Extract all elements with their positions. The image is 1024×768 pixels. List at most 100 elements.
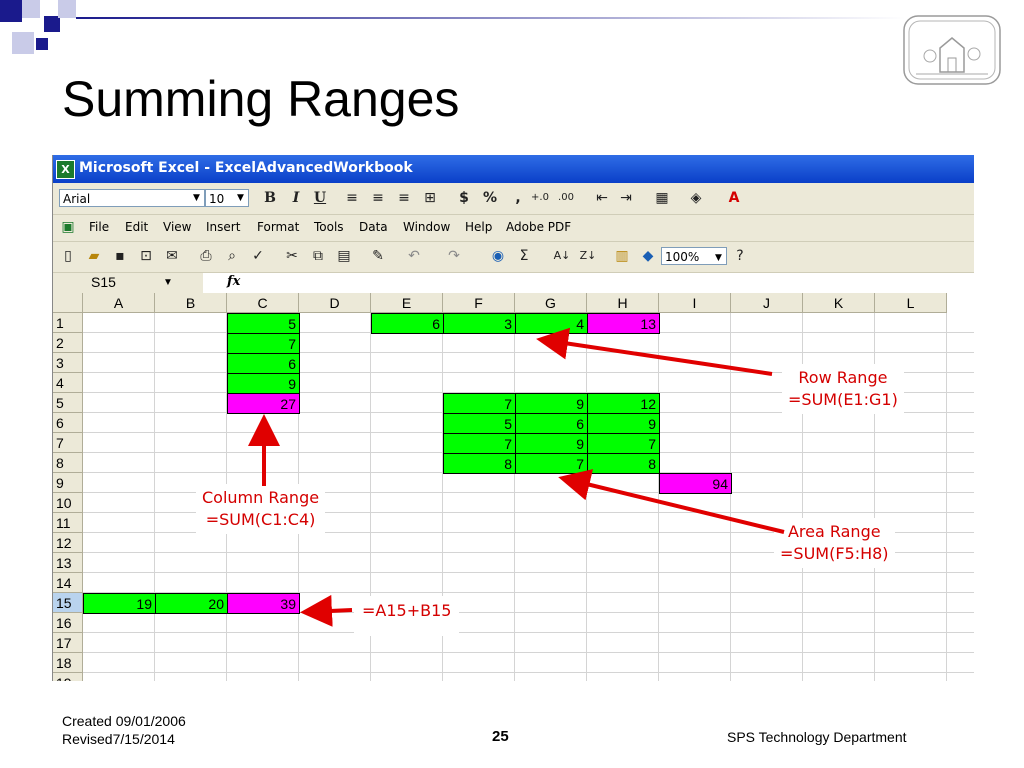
- cell-g7[interactable]: 9: [515, 433, 588, 454]
- cell-h8[interactable]: 8: [587, 453, 660, 474]
- comma-button[interactable]: ,: [509, 188, 527, 208]
- column-header-d[interactable]: D: [299, 293, 371, 313]
- autosum-button[interactable]: Σ: [515, 246, 533, 266]
- column-header-h[interactable]: H: [587, 293, 659, 313]
- row-header-12[interactable]: 12: [53, 533, 83, 553]
- column-header-a[interactable]: A: [83, 293, 155, 313]
- menu-tools[interactable]: Tools: [314, 220, 344, 234]
- menu-view[interactable]: View: [163, 220, 191, 234]
- row-header-19[interactable]: 19: [53, 673, 83, 681]
- menu-edit[interactable]: Edit: [125, 220, 148, 234]
- underline-button[interactable]: U: [311, 188, 329, 208]
- spelling-icon[interactable]: ✓: [249, 246, 267, 266]
- column-header-e[interactable]: E: [371, 293, 443, 313]
- cell-f5[interactable]: 7: [443, 393, 516, 414]
- cell-i9[interactable]: 94: [659, 473, 732, 494]
- zoom-dropdown-icon[interactable]: ▼: [715, 253, 722, 263]
- cell-g5[interactable]: 9: [515, 393, 588, 414]
- cell-a15[interactable]: 19: [83, 593, 156, 614]
- row-header-14[interactable]: 14: [53, 573, 83, 593]
- menu-format[interactable]: Format: [257, 220, 299, 234]
- row-header-6[interactable]: 6: [53, 413, 83, 433]
- cell-h1[interactable]: 13: [587, 313, 660, 334]
- column-header-c[interactable]: C: [227, 293, 299, 313]
- column-header-j[interactable]: J: [731, 293, 803, 313]
- font-dropdown-icon[interactable]: ▼: [193, 193, 200, 203]
- redo-icon[interactable]: ↷: [445, 246, 463, 266]
- row-header-15[interactable]: 15: [53, 593, 83, 613]
- font-name-select[interactable]: Arial: [59, 189, 205, 207]
- row-header-7[interactable]: 7: [53, 433, 83, 453]
- row-header-16[interactable]: 16: [53, 613, 83, 633]
- increase-decimal-icon[interactable]: +.0: [531, 188, 549, 208]
- cut-icon[interactable]: ✂: [283, 246, 301, 266]
- row-header-11[interactable]: 11: [53, 513, 83, 533]
- menu-help[interactable]: Help: [465, 220, 492, 234]
- row-header-17[interactable]: 17: [53, 633, 83, 653]
- column-header-g[interactable]: G: [515, 293, 587, 313]
- merge-center-icon[interactable]: ⊞: [421, 188, 439, 208]
- row-header-13[interactable]: 13: [53, 553, 83, 573]
- italic-button[interactable]: I: [287, 188, 305, 208]
- undo-icon[interactable]: ↶: [405, 246, 423, 266]
- increase-indent-icon[interactable]: ⇥: [617, 188, 635, 208]
- format-painter-icon[interactable]: ✎: [369, 246, 387, 266]
- worksheet-grid[interactable]: ABCDEFGHIJKL1234567891011121314151617181…: [53, 293, 974, 681]
- cell-b15[interactable]: 20: [155, 593, 228, 614]
- print-preview-icon[interactable]: ⌕: [223, 246, 241, 266]
- align-center-icon[interactable]: ≡: [369, 188, 387, 208]
- row-header-3[interactable]: 3: [53, 353, 83, 373]
- paste-icon[interactable]: ▤: [335, 246, 353, 266]
- menu-file[interactable]: File: [89, 220, 109, 234]
- new-file-icon[interactable]: ▯: [59, 246, 77, 266]
- name-box-dropdown-icon[interactable]: ▼: [163, 277, 173, 288]
- name-box[interactable]: S15: [91, 274, 116, 290]
- bold-button[interactable]: B: [261, 188, 279, 208]
- row-header-4[interactable]: 4: [53, 373, 83, 393]
- drawing-icon[interactable]: ◆: [639, 246, 657, 266]
- cell-f8[interactable]: 8: [443, 453, 516, 474]
- percent-button[interactable]: %: [481, 188, 499, 208]
- fill-color-icon[interactable]: ◈: [687, 188, 705, 208]
- decrease-indent-icon[interactable]: ⇤: [593, 188, 611, 208]
- hyperlink-icon[interactable]: ◉: [489, 246, 507, 266]
- align-left-icon[interactable]: ≡: [343, 188, 361, 208]
- fx-icon[interactable]: fx: [227, 274, 240, 289]
- cell-c4[interactable]: 9: [227, 373, 300, 394]
- cell-c2[interactable]: 7: [227, 333, 300, 354]
- copy-icon[interactable]: ⧉: [309, 246, 327, 266]
- menu-data[interactable]: Data: [359, 220, 388, 234]
- row-header-8[interactable]: 8: [53, 453, 83, 473]
- open-folder-icon[interactable]: ▰: [85, 246, 103, 266]
- column-header-l[interactable]: L: [875, 293, 947, 313]
- menu-window[interactable]: Window: [403, 220, 450, 234]
- cell-f1[interactable]: 3: [443, 313, 516, 334]
- row-header-10[interactable]: 10: [53, 493, 83, 513]
- print-icon[interactable]: ⎙: [197, 246, 215, 266]
- save-icon[interactable]: ▪: [111, 246, 129, 266]
- cell-h7[interactable]: 7: [587, 433, 660, 454]
- select-all-corner[interactable]: [53, 293, 83, 313]
- cell-f7[interactable]: 7: [443, 433, 516, 454]
- row-header-5[interactable]: 5: [53, 393, 83, 413]
- formula-input[interactable]: [249, 273, 974, 293]
- column-header-k[interactable]: K: [803, 293, 875, 313]
- email-icon[interactable]: ✉: [163, 246, 181, 266]
- menu-adobe-pdf[interactable]: Adobe PDF: [506, 220, 571, 234]
- cell-c15[interactable]: 39: [227, 593, 300, 614]
- row-header-1[interactable]: 1: [53, 313, 83, 333]
- cell-c1[interactable]: 5: [227, 313, 300, 334]
- sort-descending-icon[interactable]: Z↓: [579, 246, 597, 266]
- font-size-dropdown-icon[interactable]: ▼: [237, 193, 244, 203]
- cell-c5[interactable]: 27: [227, 393, 300, 414]
- permission-icon[interactable]: ⊡: [137, 246, 155, 266]
- borders-icon[interactable]: ▦: [653, 188, 671, 208]
- row-header-9[interactable]: 9: [53, 473, 83, 493]
- row-header-18[interactable]: 18: [53, 653, 83, 673]
- currency-button[interactable]: $: [455, 188, 473, 208]
- cell-e1[interactable]: 6: [371, 313, 444, 334]
- cell-g1[interactable]: 4: [515, 313, 588, 334]
- sort-ascending-icon[interactable]: A↓: [553, 246, 571, 266]
- cell-h5[interactable]: 12: [587, 393, 660, 414]
- column-header-f[interactable]: F: [443, 293, 515, 313]
